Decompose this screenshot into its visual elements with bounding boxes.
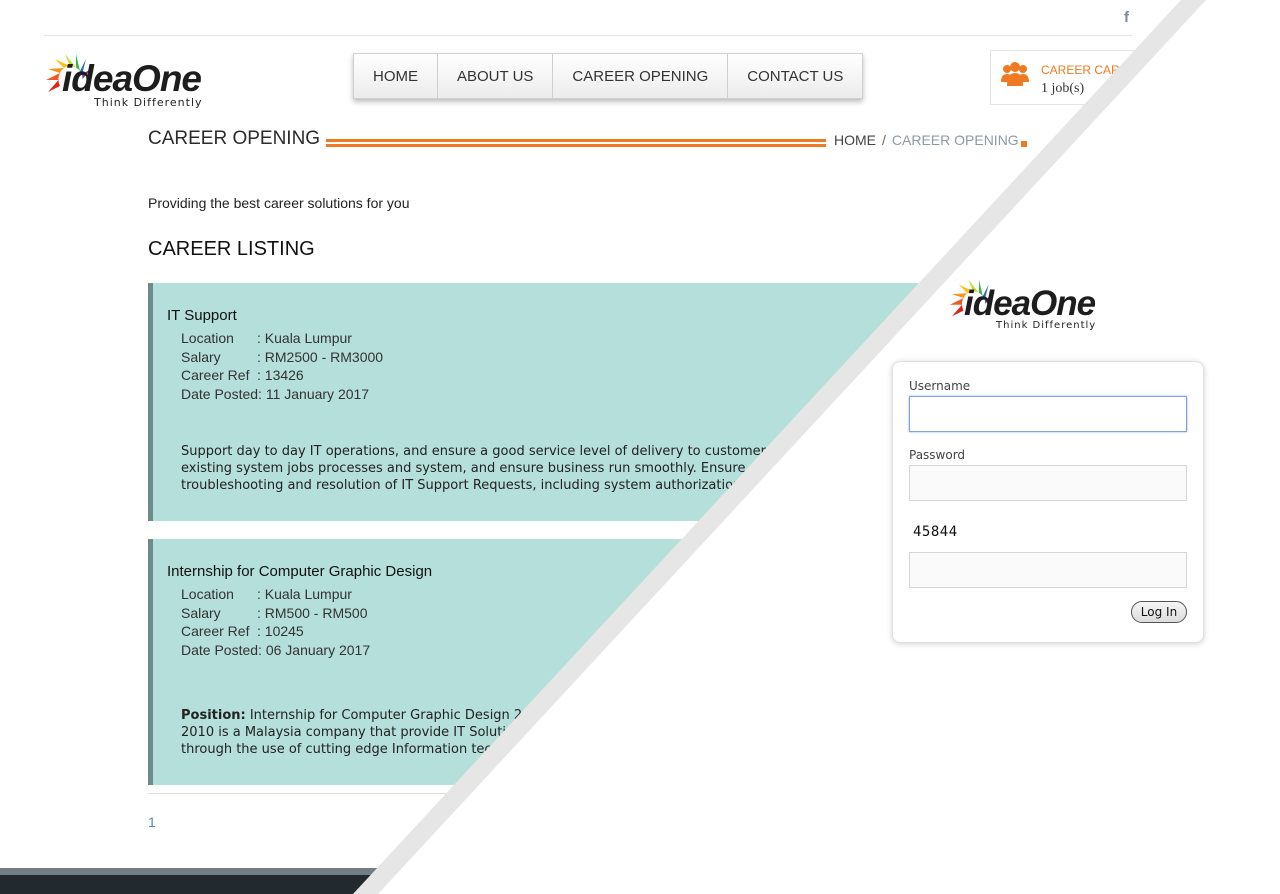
diagonal-divider — [353, 0, 1206, 894]
